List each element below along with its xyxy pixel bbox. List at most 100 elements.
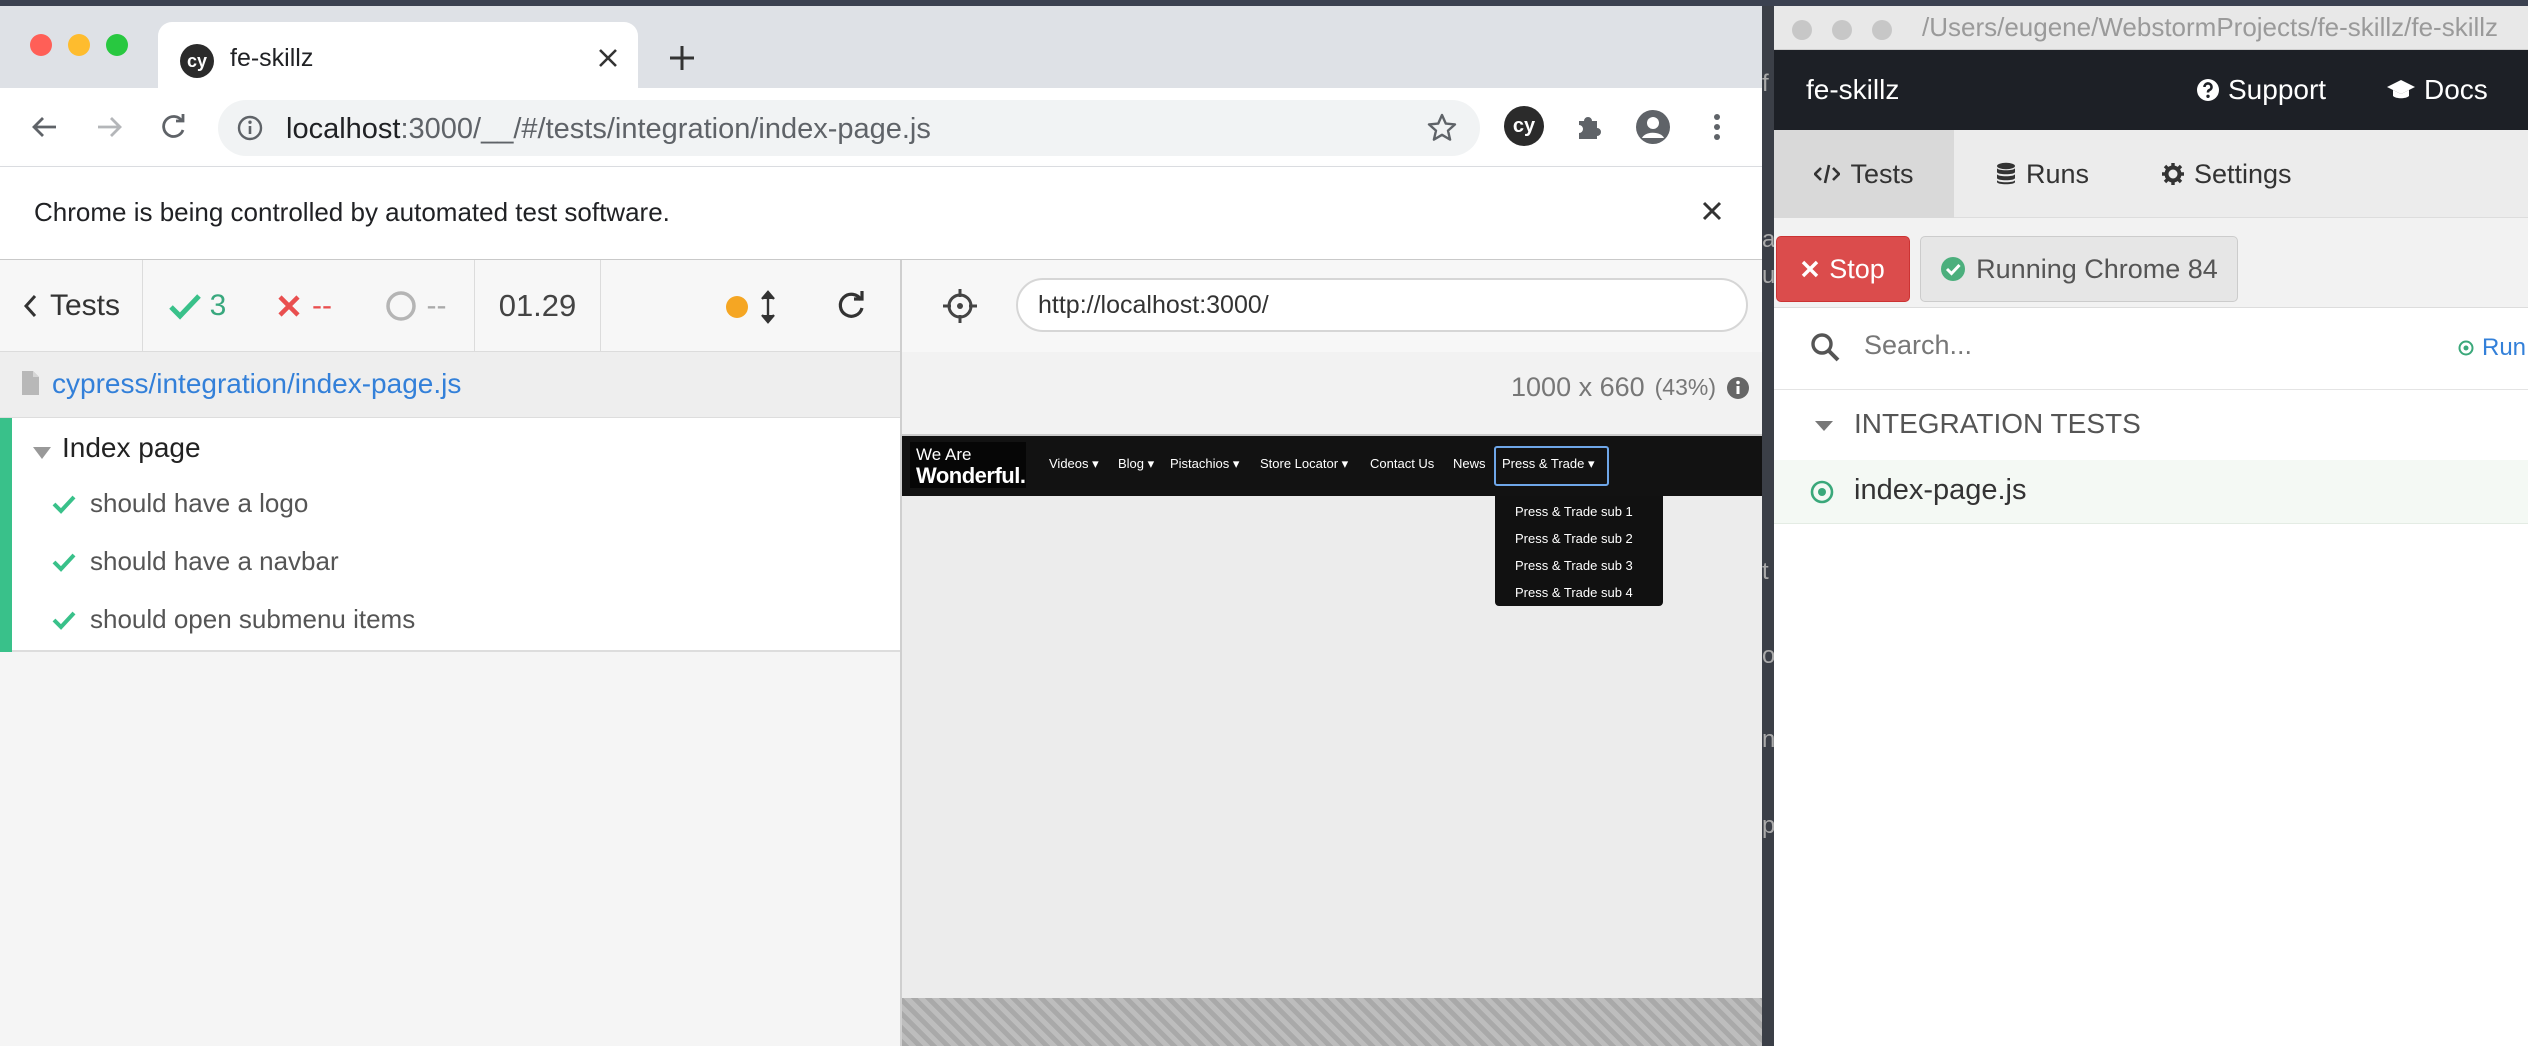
browser-toolbar: localhost:3000/__/#/tests/integration/in… — [0, 88, 1762, 166]
spec-group-integration[interactable]: INTEGRATION TESTS — [1774, 390, 2528, 460]
browser-tab[interactable]: cy fe-skillz — [158, 22, 638, 88]
automation-infobar: Chrome is being controlled by automated … — [0, 166, 1762, 260]
site-info-icon[interactable] — [236, 114, 264, 142]
puzzle-icon[interactable] — [1568, 106, 1610, 148]
minimize-window-button[interactable] — [1832, 20, 1852, 40]
pending-circle-icon — [385, 291, 416, 321]
tab-title: fe-skillz — [230, 44, 314, 72]
new-tab-plus-icon[interactable] — [664, 40, 700, 76]
duration: 01.29 — [475, 260, 601, 352]
aut-url-field[interactable]: http://localhost:3000/ — [1016, 278, 1748, 332]
bookmark-star-icon[interactable] — [1426, 112, 1458, 144]
dot-circle-icon — [2458, 340, 2474, 356]
tests-back-button[interactable]: Tests — [0, 260, 143, 352]
minimize-window-button[interactable] — [68, 34, 90, 56]
info-circle-icon[interactable] — [1726, 376, 1750, 400]
site-logo[interactable]: We Are Wonderful. — [910, 442, 1026, 488]
running-browser-badge[interactable]: Running Chrome 84 — [1920, 236, 2238, 302]
running-indicator-icon — [726, 296, 748, 318]
file-icon — [20, 370, 40, 396]
code-icon — [1814, 164, 1841, 184]
infobar-message: Chrome is being controlled by automated … — [34, 197, 670, 227]
search-icon — [1810, 332, 1840, 362]
test-item[interactable]: should open submenu items — [52, 604, 415, 635]
dropdown-item[interactable]: Press & Trade sub 2 — [1515, 531, 1633, 546]
database-icon — [1997, 162, 2015, 185]
nav-press-trade[interactable]: Press & Trade ▾ — [1502, 456, 1595, 472]
zoom-window-button[interactable] — [1872, 20, 1892, 40]
background-editor-sliver — [1762, 6, 1774, 1046]
tab-strip: cy fe-skillz — [0, 6, 1762, 88]
nav-contact-us[interactable]: Contact Us — [1370, 456, 1434, 471]
forward-arrow-icon[interactable] — [88, 106, 130, 148]
desktop-tabs: Tests Runs Settings — [1774, 130, 2528, 218]
test-item[interactable]: should have a navbar — [52, 546, 339, 577]
chrome-window: cy fe-skillz localhost:3000/__/#/tests/i… — [0, 6, 1762, 1046]
infobar-close-icon[interactable] — [1696, 195, 1728, 227]
background-glyph: t — [1762, 558, 1769, 585]
account-icon[interactable] — [1632, 106, 1674, 148]
check-icon — [168, 294, 201, 320]
spec-file-link[interactable]: cypress/integration/index-page.js — [52, 368, 461, 400]
caret-down-icon[interactable] — [32, 446, 52, 460]
docs-link[interactable]: Docs — [2386, 74, 2488, 106]
suite-passed-bar — [0, 418, 12, 652]
tab-settings[interactable]: Settings — [2138, 130, 2316, 218]
chevron-left-icon — [23, 294, 37, 318]
graduation-cap-icon — [2387, 80, 2415, 99]
viewport-scale: (43%) — [1654, 374, 1716, 400]
check-icon — [52, 553, 76, 572]
test-item[interactable]: should have a logo — [52, 488, 308, 519]
nav-news[interactable]: News — [1453, 456, 1486, 471]
cypress-favicon-icon: cy — [180, 44, 214, 78]
dropdown-item[interactable]: Press & Trade sub 4 — [1515, 585, 1633, 600]
check-icon — [52, 495, 76, 514]
failed-count[interactable]: -- — [251, 260, 357, 352]
address-url[interactable]: localhost:3000/__/#/tests/integration/in… — [286, 113, 931, 146]
question-circle-icon — [2197, 79, 2219, 101]
run-all-specs-link[interactable]: Run — [2458, 334, 2526, 362]
zoom-window-button[interactable] — [106, 34, 128, 56]
aut-header: http://localhost:3000/ — [902, 260, 1762, 352]
support-link[interactable]: Support — [2196, 74, 2326, 106]
selector-playground-crosshair-icon[interactable] — [942, 288, 978, 324]
viewport-size: 1000 x 660 — [1511, 372, 1645, 402]
nav-store-locator[interactable]: Store Locator ▾ — [1260, 456, 1348, 472]
tests-back-label: Tests — [49, 289, 121, 322]
nav-blog[interactable]: Blog ▾ — [1118, 456, 1154, 472]
pending-count[interactable]: -- — [357, 260, 475, 352]
tab-close-icon[interactable] — [590, 40, 626, 76]
nav-pistachios[interactable]: Pistachios ▾ — [1170, 456, 1239, 472]
test-runnables: Index page should have a logo should hav… — [0, 418, 900, 652]
kebab-menu-icon[interactable] — [1696, 106, 1738, 148]
project-name[interactable]: fe-skillz — [1806, 74, 1899, 106]
address-bar[interactable]: localhost:3000/__/#/tests/integration/in… — [218, 100, 1480, 156]
spec-search[interactable]: Search... Run — [1774, 308, 2528, 390]
spec-item[interactable]: index-page.js — [1774, 460, 2528, 524]
nav-videos[interactable]: Videos ▾ — [1049, 456, 1099, 472]
cypress-extension-icon[interactable]: cy — [1504, 106, 1544, 146]
search-input[interactable]: Search... — [1864, 330, 1972, 361]
rerun-icon[interactable] — [834, 288, 868, 322]
tab-tests[interactable]: Tests — [1774, 130, 1954, 218]
spec-group-label: INTEGRATION TESTS — [1854, 408, 2141, 439]
aut-iframe: We Are Wonderful. Videos ▾ Blog ▾ Pistac… — [902, 434, 1762, 998]
window-path: /Users/eugene/WebstormProjects/fe-skillz… — [1922, 12, 2499, 42]
back-arrow-icon[interactable] — [24, 106, 66, 148]
cypress-desktop-window: /Users/eugene/WebstormProjects/fe-skillz… — [1774, 6, 2528, 1046]
tab-runs[interactable]: Runs — [1972, 130, 2113, 218]
aut-panel: http://localhost:3000/ 1000 x 660 (43%) … — [902, 260, 1762, 1046]
close-window-button[interactable] — [1792, 20, 1812, 40]
close-window-button[interactable] — [30, 34, 52, 56]
dropdown-item[interactable]: Press & Trade sub 1 — [1515, 504, 1633, 519]
auto-scroll-toggle-icon[interactable] — [760, 290, 776, 324]
stop-button[interactable]: Stop — [1776, 236, 1910, 302]
gear-icon — [2162, 163, 2184, 185]
running-dot-circle-icon — [1810, 480, 1834, 504]
x-icon — [278, 295, 300, 317]
reload-icon[interactable] — [152, 106, 194, 148]
dropdown-item[interactable]: Press & Trade sub 3 — [1515, 558, 1633, 573]
run-controls: Stop Running Chrome 84 — [1774, 218, 2528, 308]
passed-count[interactable]: 3 — [143, 260, 251, 352]
suite-title[interactable]: Index page — [62, 432, 201, 464]
